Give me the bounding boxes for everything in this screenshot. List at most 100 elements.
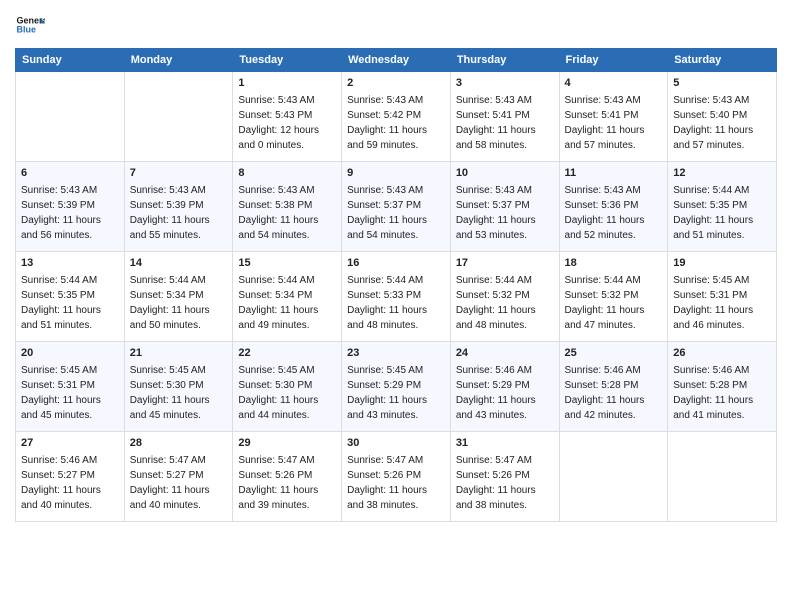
calendar-cell: 25 Sunrise: 5:46 AM Sunset: 5:28 PM Dayli… xyxy=(559,342,668,432)
calendar-cell: 4Sunrise: 5:43 AM Sunset: 5:41 PM Daylig… xyxy=(559,72,668,162)
col-header-saturday: Saturday xyxy=(668,49,777,72)
cell-sun-info: Sunrise: 5:45 AM Sunset: 5:31 PM Dayligh… xyxy=(21,363,119,423)
day-number: 18 xyxy=(565,256,663,271)
day-number: 17 xyxy=(456,256,554,271)
cell-sun-info: Sunrise: 5:47 AM Sunset: 5:26 PM Dayligh… xyxy=(456,453,554,513)
day-number: 13 xyxy=(21,256,119,271)
calendar-cell xyxy=(124,72,233,162)
day-number: 2 xyxy=(347,76,445,91)
col-header-thursday: Thursday xyxy=(450,49,559,72)
calendar-cell: 17 Sunrise: 5:44 AM Sunset: 5:32 PM Dayli… xyxy=(450,252,559,342)
cell-sun-info: Sunrise: 5:43 AM Sunset: 5:38 PM Dayligh… xyxy=(238,183,336,243)
cell-sun-info: Sunrise: 5:44 AM Sunset: 5:35 PM Dayligh… xyxy=(21,273,119,333)
calendar-cell: 21 Sunrise: 5:45 AM Sunset: 5:30 PM Dayli… xyxy=(124,342,233,432)
calendar-cell: 31 Sunrise: 5:47 AM Sunset: 5:26 PM Dayli… xyxy=(450,432,559,522)
logo-icon: General Blue xyxy=(15,10,45,40)
day-number: 3 xyxy=(456,76,554,91)
calendar-cell: 30 Sunrise: 5:47 AM Sunset: 5:26 PM Dayli… xyxy=(342,432,451,522)
cell-sun-info: Sunrise: 5:47 AM Sunset: 5:26 PM Dayligh… xyxy=(347,453,445,513)
cell-sun-info: Sunrise: 5:47 AM Sunset: 5:27 PM Dayligh… xyxy=(130,453,228,513)
cell-sun-info: Sunrise: 5:45 AM Sunset: 5:30 PM Dayligh… xyxy=(130,363,228,423)
day-number: 29 xyxy=(238,436,336,451)
cell-sun-info: Sunrise: 5:44 AM Sunset: 5:34 PM Dayligh… xyxy=(238,273,336,333)
day-number: 7 xyxy=(130,166,228,181)
day-number: 23 xyxy=(347,346,445,361)
calendar-cell: 20 Sunrise: 5:45 AM Sunset: 5:31 PM Dayli… xyxy=(16,342,125,432)
cell-sun-info: Sunrise: 5:44 AM Sunset: 5:32 PM Dayligh… xyxy=(565,273,663,333)
calendar-cell: 26Sunrise: 5:46 AM Sunset: 5:28 PM Dayli… xyxy=(668,342,777,432)
day-number: 25 xyxy=(565,346,663,361)
day-number: 27 xyxy=(21,436,119,451)
cell-sun-info: Sunrise: 5:46 AM Sunset: 5:28 PM Dayligh… xyxy=(673,363,771,423)
cell-sun-info: Sunrise: 5:43 AM Sunset: 5:39 PM Dayligh… xyxy=(130,183,228,243)
cell-sun-info: Sunrise: 5:45 AM Sunset: 5:30 PM Dayligh… xyxy=(238,363,336,423)
day-number: 14 xyxy=(130,256,228,271)
calendar-cell: 15 Sunrise: 5:44 AM Sunset: 5:34 PM Dayli… xyxy=(233,252,342,342)
day-number: 21 xyxy=(130,346,228,361)
logo: General Blue xyxy=(15,10,45,40)
cell-sun-info: Sunrise: 5:44 AM Sunset: 5:32 PM Dayligh… xyxy=(456,273,554,333)
calendar-cell: 18 Sunrise: 5:44 AM Sunset: 5:32 PM Dayli… xyxy=(559,252,668,342)
day-number: 12 xyxy=(673,166,771,181)
cell-sun-info: Sunrise: 5:46 AM Sunset: 5:28 PM Dayligh… xyxy=(565,363,663,423)
calendar-table: SundayMondayTuesdayWednesdayThursdayFrid… xyxy=(15,48,777,522)
day-number: 28 xyxy=(130,436,228,451)
calendar-cell: 7 Sunrise: 5:43 AM Sunset: 5:39 PM Daylig… xyxy=(124,162,233,252)
cell-sun-info: Sunrise: 5:44 AM Sunset: 5:35 PM Dayligh… xyxy=(673,183,771,243)
day-number: 8 xyxy=(238,166,336,181)
calendar-cell: 5Sunrise: 5:43 AM Sunset: 5:40 PM Daylig… xyxy=(668,72,777,162)
day-number: 19 xyxy=(673,256,771,271)
col-header-friday: Friday xyxy=(559,49,668,72)
calendar-cell xyxy=(668,432,777,522)
calendar-cell: 28 Sunrise: 5:47 AM Sunset: 5:27 PM Dayli… xyxy=(124,432,233,522)
calendar-cell: 12 Sunrise: 5:44 AM Sunset: 5:35 PM Dayli… xyxy=(668,162,777,252)
calendar-cell xyxy=(16,72,125,162)
calendar-cell: 9 Sunrise: 5:43 AM Sunset: 5:37 PM Daylig… xyxy=(342,162,451,252)
day-number: 31 xyxy=(456,436,554,451)
cell-sun-info: Sunrise: 5:43 AM Sunset: 5:42 PM Dayligh… xyxy=(347,93,445,153)
cell-sun-info: Sunrise: 5:44 AM Sunset: 5:33 PM Dayligh… xyxy=(347,273,445,333)
header: General Blue xyxy=(15,10,777,40)
col-header-monday: Monday xyxy=(124,49,233,72)
day-number: 30 xyxy=(347,436,445,451)
day-number: 22 xyxy=(238,346,336,361)
cell-sun-info: Sunrise: 5:45 AM Sunset: 5:31 PM Dayligh… xyxy=(673,273,771,333)
cell-sun-info: Sunrise: 5:44 AM Sunset: 5:34 PM Dayligh… xyxy=(130,273,228,333)
calendar-cell: 10 Sunrise: 5:43 AM Sunset: 5:37 PM Dayli… xyxy=(450,162,559,252)
cell-sun-info: Sunrise: 5:43 AM Sunset: 5:40 PM Dayligh… xyxy=(673,93,771,153)
day-number: 10 xyxy=(456,166,554,181)
cell-sun-info: Sunrise: 5:43 AM Sunset: 5:36 PM Dayligh… xyxy=(565,183,663,243)
calendar-cell: 11 Sunrise: 5:43 AM Sunset: 5:36 PM Dayli… xyxy=(559,162,668,252)
calendar-cell: 14 Sunrise: 5:44 AM Sunset: 5:34 PM Dayli… xyxy=(124,252,233,342)
col-header-wednesday: Wednesday xyxy=(342,49,451,72)
day-number: 15 xyxy=(238,256,336,271)
calendar-cell: 23 Sunrise: 5:45 AM Sunset: 5:29 PM Dayli… xyxy=(342,342,451,432)
calendar-cell: 6Sunrise: 5:43 AM Sunset: 5:39 PM Daylig… xyxy=(16,162,125,252)
calendar-cell: 8 Sunrise: 5:43 AM Sunset: 5:38 PM Daylig… xyxy=(233,162,342,252)
cell-sun-info: Sunrise: 5:43 AM Sunset: 5:37 PM Dayligh… xyxy=(456,183,554,243)
col-header-sunday: Sunday xyxy=(16,49,125,72)
cell-sun-info: Sunrise: 5:46 AM Sunset: 5:29 PM Dayligh… xyxy=(456,363,554,423)
day-number: 1 xyxy=(238,76,336,91)
cell-sun-info: Sunrise: 5:43 AM Sunset: 5:37 PM Dayligh… xyxy=(347,183,445,243)
day-number: 16 xyxy=(347,256,445,271)
calendar-cell: 24 Sunrise: 5:46 AM Sunset: 5:29 PM Dayli… xyxy=(450,342,559,432)
day-number: 20 xyxy=(21,346,119,361)
calendar-cell: 2 Sunrise: 5:43 AM Sunset: 5:42 PM Daylig… xyxy=(342,72,451,162)
calendar-cell: 19 Sunrise: 5:45 AM Sunset: 5:31 PM Dayli… xyxy=(668,252,777,342)
day-number: 24 xyxy=(456,346,554,361)
cell-sun-info: Sunrise: 5:43 AM Sunset: 5:43 PM Dayligh… xyxy=(238,93,336,153)
cell-sun-info: Sunrise: 5:47 AM Sunset: 5:26 PM Dayligh… xyxy=(238,453,336,513)
cell-sun-info: Sunrise: 5:45 AM Sunset: 5:29 PM Dayligh… xyxy=(347,363,445,423)
calendar-cell: 29 Sunrise: 5:47 AM Sunset: 5:26 PM Dayli… xyxy=(233,432,342,522)
calendar-cell: 22 Sunrise: 5:45 AM Sunset: 5:30 PM Dayli… xyxy=(233,342,342,432)
calendar-cell: 13 Sunrise: 5:44 AM Sunset: 5:35 PM Dayli… xyxy=(16,252,125,342)
page: General Blue SundayMondayTuesdayWednesda… xyxy=(0,0,792,612)
calendar-cell: 16 Sunrise: 5:44 AM Sunset: 5:33 PM Dayli… xyxy=(342,252,451,342)
calendar-cell: 3Sunrise: 5:43 AM Sunset: 5:41 PM Daylig… xyxy=(450,72,559,162)
day-number: 9 xyxy=(347,166,445,181)
cell-sun-info: Sunrise: 5:46 AM Sunset: 5:27 PM Dayligh… xyxy=(21,453,119,513)
col-header-tuesday: Tuesday xyxy=(233,49,342,72)
calendar-cell: 27 Sunrise: 5:46 AM Sunset: 5:27 PM Dayli… xyxy=(16,432,125,522)
day-number: 11 xyxy=(565,166,663,181)
